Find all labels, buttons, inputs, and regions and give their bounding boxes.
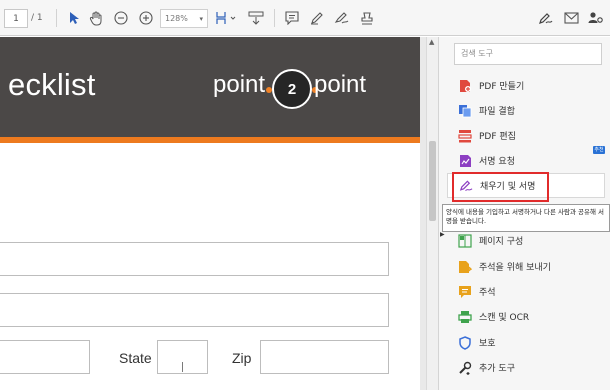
pen-icon[interactable] — [307, 0, 327, 36]
select-arrow-icon[interactable] — [66, 0, 82, 36]
tool-label: PDF 편집 — [479, 132, 516, 142]
state-label: State — [119, 350, 152, 366]
search-tools-input[interactable]: 검색 도구 — [454, 43, 602, 65]
logo-text-left: point — [213, 71, 266, 98]
scan-ocr-icon — [458, 310, 472, 324]
fill-sign-icon[interactable] — [536, 0, 556, 36]
city-field[interactable] — [0, 340, 90, 374]
tool-label: 주석 — [479, 288, 496, 298]
form-text-field[interactable] — [0, 242, 389, 276]
toolbar-separator — [56, 9, 57, 27]
tool-send-for-comments[interactable]: 주석을 위해 보내기 — [447, 254, 605, 279]
zoom-in-icon[interactable] — [137, 0, 155, 36]
banner-accent-line — [0, 137, 420, 143]
fill-sign-tooltip: 양식에 내용을 기입하고 서명하거나 다른 사람과 공유해 서명을 받습니다. — [442, 204, 610, 232]
zip-field[interactable] — [260, 340, 389, 374]
hand-tool-icon[interactable] — [87, 0, 105, 36]
tool-edit-pdf[interactable]: PDF 편집 — [447, 123, 605, 148]
tool-protect[interactable]: 보호 — [447, 330, 605, 355]
document-viewport[interactable]: ecklist point 2 point State Zip — [0, 37, 426, 390]
more-tools-icon — [458, 361, 472, 375]
recommended-badge: 추천 — [593, 146, 605, 154]
vertical-scrollbar[interactable]: ▲ — [426, 37, 438, 390]
zoom-level-dropdown[interactable]: 128% ▾ — [160, 9, 208, 28]
tool-comment[interactable]: 주석 — [447, 279, 605, 304]
checklist-banner: ecklist point 2 point — [0, 37, 420, 137]
edit-pdf-icon — [458, 129, 472, 143]
zoom-out-icon[interactable] — [112, 0, 130, 36]
scroll-mode-icon[interactable] — [246, 0, 266, 36]
acrobat-window: { "toolbar": { "page_current": "1", "pag… — [0, 0, 610, 390]
tool-create-pdf[interactable]: PDF 만들기 — [447, 73, 605, 98]
scroll-up-arrow-icon[interactable]: ▲ — [429, 38, 434, 46]
tool-more-tools[interactable]: 추가 도구 — [447, 355, 605, 380]
organize-pages-icon — [458, 233, 472, 248]
combine-files-icon — [458, 104, 472, 118]
zoom-level-value: 128% — [165, 14, 188, 23]
logo-number: 2 — [287, 81, 297, 98]
email-icon[interactable] — [561, 0, 581, 36]
tool-scan-ocr[interactable]: 스캔 및 OCR — [447, 304, 605, 329]
tool-label: 보호 — [479, 339, 496, 349]
tool-label: 스캔 및 OCR — [479, 313, 530, 323]
tool-label: 주석을 위해 보내기 — [479, 263, 551, 273]
collapse-pane-icon[interactable]: ▶ — [440, 231, 445, 238]
tool-request-signature[interactable]: 서명 요청 — [447, 148, 605, 173]
request-signature-icon — [458, 154, 472, 168]
logo-text-right: point — [314, 71, 367, 98]
tool-label: 서명 요청 — [479, 157, 515, 167]
stamp-icon[interactable] — [357, 0, 377, 36]
send-comments-icon — [458, 260, 472, 274]
tool-label: 파일 결합 — [479, 107, 515, 117]
highlight-box — [452, 172, 549, 202]
banner-title: ecklist — [8, 67, 96, 102]
scrollbar-thumb[interactable] — [429, 141, 436, 221]
tool-label: 추가 도구 — [479, 364, 515, 374]
tool-label: PDF 만들기 — [479, 82, 525, 92]
protect-icon — [458, 335, 472, 350]
zip-label: Zip — [232, 350, 252, 366]
chevron-down-icon: ▾ — [199, 15, 203, 23]
page-total: / 1 — [31, 13, 43, 23]
pdf-page: ecklist point 2 point State Zip — [0, 37, 420, 390]
text-cursor-mark — [182, 362, 183, 372]
fit-page-icon[interactable] — [213, 0, 239, 36]
tool-combine-files[interactable]: 파일 결합 — [447, 98, 605, 123]
create-pdf-icon — [458, 79, 472, 93]
toolbar-separator — [274, 9, 275, 27]
form-text-field[interactable] — [0, 293, 389, 327]
top-toolbar: 1 / 1 128% ▾ — [0, 0, 610, 36]
share-user-icon[interactable] — [585, 0, 605, 36]
page-number-input[interactable]: 1 — [4, 9, 28, 28]
tool-label: 페이지 구성 — [479, 237, 524, 247]
sign-icon[interactable] — [332, 0, 352, 36]
comment-icon — [458, 285, 472, 299]
comment-icon[interactable] — [282, 0, 302, 36]
